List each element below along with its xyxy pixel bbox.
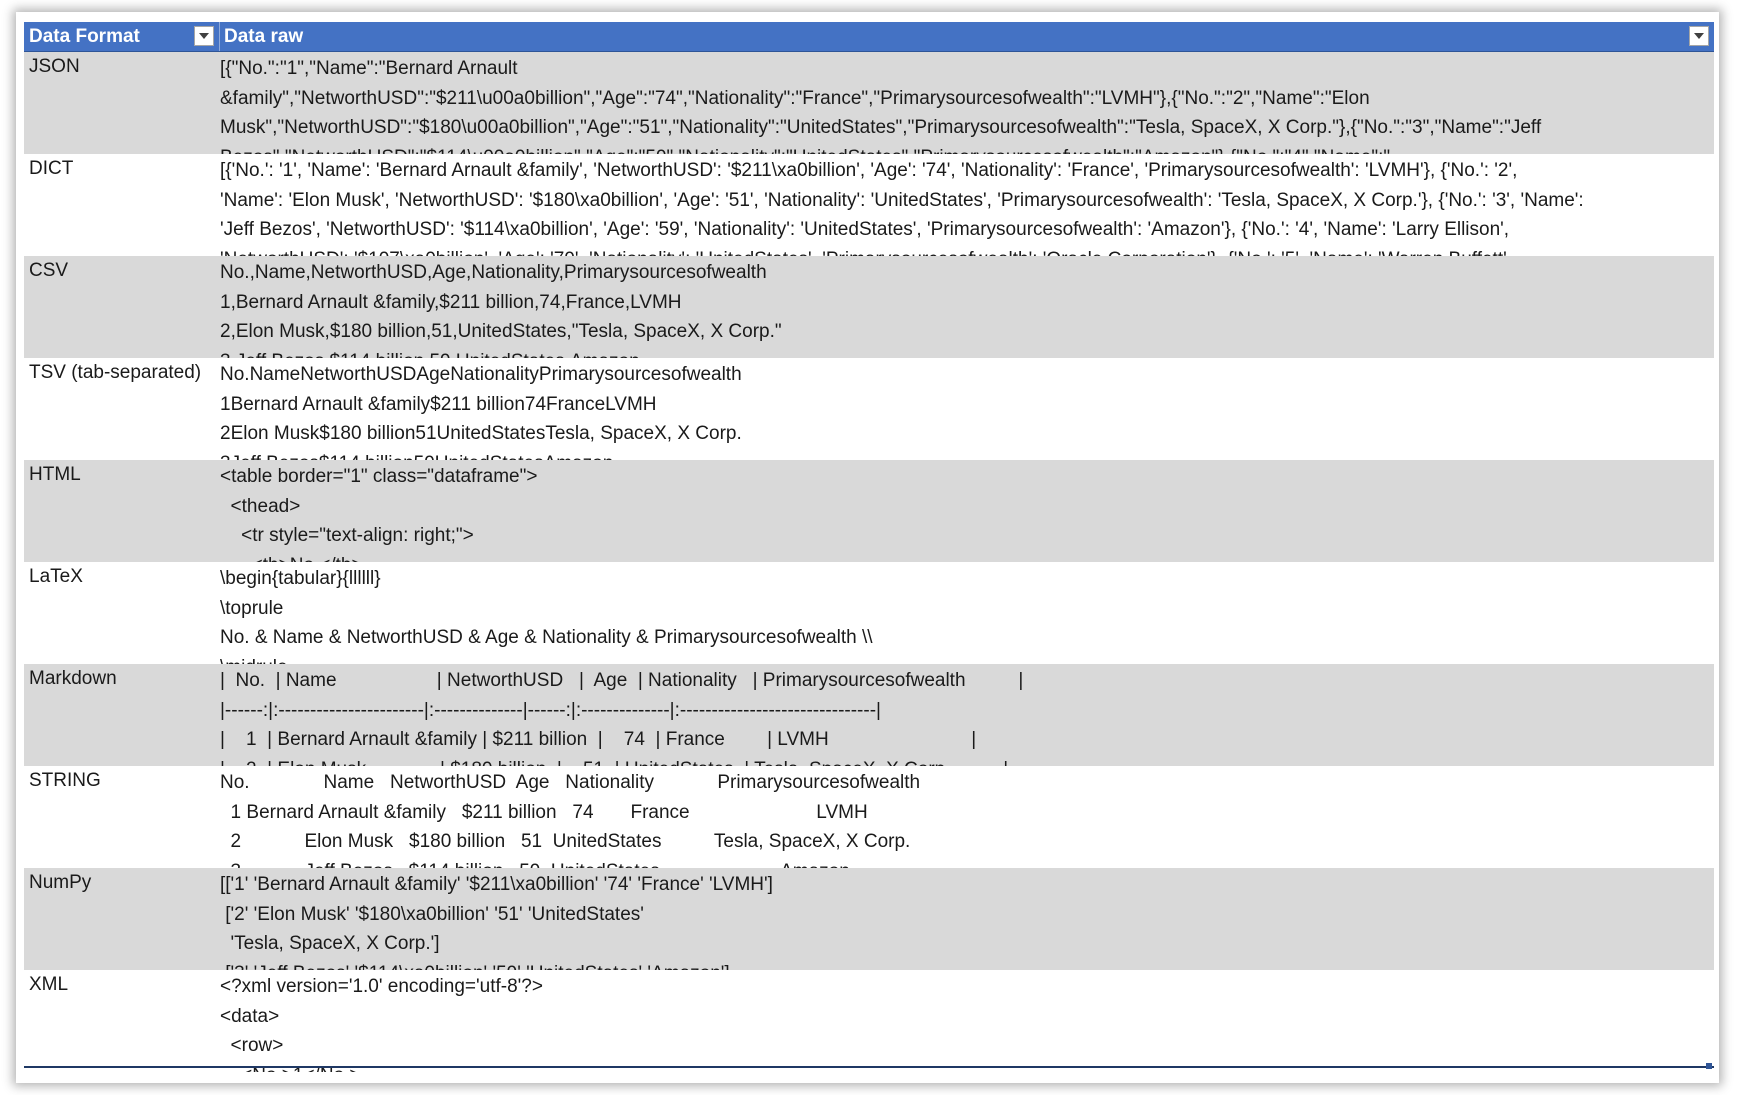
data-raw-cell[interactable]: No.NameNetworthUSDAgeNationalityPrimarys… <box>220 360 1710 460</box>
data-format-cell[interactable]: DICT <box>29 158 214 179</box>
data-raw-line: 2Elon Musk$180 billion51UnitedStatesTesl… <box>220 423 742 444</box>
data-raw-line: 2,Elon Musk,$180 billion,51,UnitedStates… <box>220 321 782 342</box>
data-raw-cell[interactable]: [['1' 'Bernard Arnault &family' '$211\xa… <box>220 870 1710 970</box>
column-header-label: Data Format <box>29 26 140 47</box>
data-raw-line: ['2' 'Elon Musk' '$180\xa0billion' '51' … <box>220 903 644 925</box>
data-format-cell[interactable]: JSON <box>29 56 214 77</box>
table-row: NumPy [['1' 'Bernard Arnault &family' '$2… <box>24 868 1714 970</box>
data-raw-line: \begin{tabular}{llllll} <box>220 568 381 589</box>
data-format-cell[interactable]: TSV (tab-separated) <box>29 362 214 383</box>
table-row: CSV No.,Name,NetworthUSD,Age,Nationality,… <box>24 256 1714 358</box>
data-raw-cell[interactable]: [{'No.': '1', 'Name': 'Bernard Arnault &… <box>220 156 1710 256</box>
data-raw-line: 3,Jeff Bezos,$114 billion,59,UnitedState… <box>220 347 1710 359</box>
column-header-data-format[interactable]: Data Format <box>24 22 220 51</box>
data-raw-cell[interactable]: No. Name NetworthUSD Age Nationality Pri… <box>220 768 1710 868</box>
chevron-down-icon <box>1694 33 1704 39</box>
data-format-cell[interactable]: XML <box>29 974 214 995</box>
data-raw-line: Musk","NetworthUSD":"$180\u00a0billion",… <box>220 117 1542 138</box>
data-raw-line: 1Bernard Arnault &family$211 billion74Fr… <box>220 393 657 415</box>
data-raw-line: 3 Jeff Bezos $114 billion 59 UnitedState… <box>220 857 1710 869</box>
column-header-label: Data raw <box>224 26 304 47</box>
data-raw-line: 'Tesla, SpaceX, X Corp.'] <box>220 933 440 954</box>
column-header-data-raw[interactable]: Data raw <box>220 22 1714 51</box>
data-raw-cell[interactable]: No.,Name,NetworthUSD,Age,Nationality,Pri… <box>220 258 1710 358</box>
table-resize-handle[interactable] <box>1706 1063 1712 1069</box>
data-raw-line: <?xml version='1.0' encoding='utf-8'?> <box>220 976 543 997</box>
data-raw-line: <row> <box>220 1035 284 1056</box>
data-format-cell[interactable]: CSV <box>29 260 214 281</box>
data-format-cell[interactable]: HTML <box>29 464 214 485</box>
data-raw-line: | 2 | Elon Musk | $180 billion | 51 | Un… <box>220 755 1710 767</box>
data-raw-cell[interactable]: <?xml version='1.0' encoding='utf-8'?> <d… <box>220 972 1710 1072</box>
data-format-cell[interactable]: Markdown <box>29 668 214 689</box>
data-raw-line: <table border="1" class="dataframe"> <box>220 466 538 487</box>
table-row: HTML <table border="1" class="dataframe">… <box>24 460 1714 562</box>
data-raw-cell[interactable]: [{"No.":"1","Name":"Bernard Arnault &fami… <box>220 54 1710 154</box>
data-raw-cell[interactable]: | No. | Name | NetworthUSD | Age | Natio… <box>220 666 1710 766</box>
data-raw-line: No. Name NetworthUSD Age Nationality Pri… <box>220 772 921 793</box>
data-raw-line: <tr style="text-align: right;"> <box>220 525 474 546</box>
data-raw-cell[interactable]: \begin{tabular}{llllll} \toprule No. & Nam… <box>220 564 1710 664</box>
data-raw-line: 'Jeff Bezos', 'NetworthUSD': '$114\xa0bi… <box>220 219 1510 240</box>
data-format-cell[interactable]: NumPy <box>29 872 214 893</box>
data-raw-line: 'NetworthUSD': '$107\xa0billion', 'Age':… <box>220 245 1710 257</box>
data-raw-line: \toprule <box>220 597 284 619</box>
data-raw-line: <thead> <box>220 495 301 517</box>
table-row: STRING No. Name NetworthUSD Age Nationali… <box>24 766 1714 868</box>
data-raw-line: | No. | Name | NetworthUSD | Age | Natio… <box>220 670 1024 691</box>
data-raw-line: | 1 | Bernard Arnault &family | $211 bil… <box>220 729 977 750</box>
data-raw-line: 3Jeff Bezos$114 billion59UnitedStatesAma… <box>220 449 1710 461</box>
screenshot-frame: Data Format Data raw JSON [{"No.":"1","Na… <box>16 12 1719 1083</box>
table-header-row: Data Format Data raw <box>24 22 1714 52</box>
data-raw-cell[interactable]: <table border="1" class="dataframe"> <th… <box>220 462 1710 562</box>
table-row: Markdown | No. | Name | NetworthUSD | Age… <box>24 664 1714 766</box>
spreadsheet-table: Data Format Data raw JSON [{"No.":"1","Na… <box>24 22 1714 1074</box>
data-raw-line: <th>No.</th> <box>220 551 1710 563</box>
data-raw-line: No. & Name & NetworthUSD & Age & Nationa… <box>220 627 873 648</box>
data-raw-line: [{"No.":"1","Name":"Bernard Arnault <box>220 58 518 79</box>
table-row: LaTeX \begin{tabular}{llllll} \toprule No. … <box>24 562 1714 664</box>
data-raw-line: &family","NetworthUSD":"$211\u00a0billio… <box>220 87 1370 109</box>
table-row: JSON [{"No.":"1","Name":"Bernard Arnault &… <box>24 52 1714 154</box>
table-bottom-border <box>24 1066 1714 1068</box>
chevron-down-icon <box>199 33 209 39</box>
data-raw-line: No.,Name,NetworthUSD,Age,Nationality,Pri… <box>220 262 767 283</box>
data-raw-line: ['3' 'Jeff Bezos' '$114\xa0billion' '59'… <box>220 959 1710 971</box>
filter-dropdown-button[interactable] <box>194 26 214 46</box>
data-raw-line: |------:|:-----------------------|:-----… <box>220 699 881 721</box>
table-row: TSV (tab-separated) No.NameNetworthUSDAge… <box>24 358 1714 460</box>
data-raw-line: 2 Elon Musk $180 billion 51 UnitedStates… <box>220 831 911 852</box>
data-raw-line: \midrule <box>220 653 1710 665</box>
data-raw-line: 1 Bernard Arnault &family $211 billion 7… <box>220 801 868 823</box>
data-raw-line: 'Name': 'Elon Musk', 'NetworthUSD': '$18… <box>220 189 1584 211</box>
data-raw-line: <data> <box>220 1005 280 1027</box>
data-format-cell[interactable]: STRING <box>29 770 214 791</box>
table-row: XML <?xml version='1.0' encoding='utf-8'?… <box>24 970 1714 1072</box>
table-row: DICT [{'No.': '1', 'Name': 'Bernard Arnau… <box>24 154 1714 256</box>
filter-dropdown-button[interactable] <box>1689 26 1709 46</box>
data-raw-line: [['1' 'Bernard Arnault &family' '$211\xa… <box>220 874 773 895</box>
table-body: JSON [{"No.":"1","Name":"Bernard Arnault &… <box>24 52 1714 1072</box>
data-raw-line: [{'No.': '1', 'Name': 'Bernard Arnault &… <box>220 160 1518 181</box>
data-format-cell[interactable]: LaTeX <box>29 566 214 587</box>
data-raw-line: 1,Bernard Arnault &family,$211 billion,7… <box>220 291 682 313</box>
data-raw-line: No.NameNetworthUSDAgeNationalityPrimarys… <box>220 364 742 385</box>
data-raw-line: Bezos","NetworthUSD":"$114\u00a0billion"… <box>220 143 1710 155</box>
